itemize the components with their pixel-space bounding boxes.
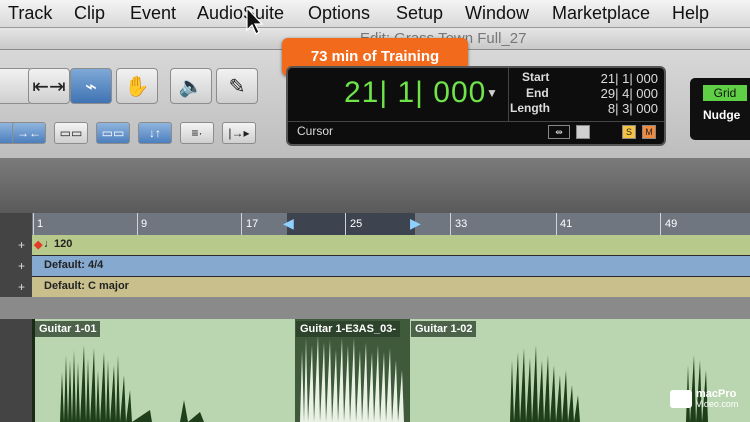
- logo-mark: [670, 390, 692, 408]
- waveform-guitar-1-01: [60, 345, 204, 422]
- logo-line2: Video.com: [696, 399, 739, 409]
- clip-name-guitar-1-02[interactable]: Guitar 1-02: [411, 321, 477, 337]
- macprovideo-logo: macPro Video.com: [670, 388, 746, 412]
- mouse-pointer-icon: [246, 6, 264, 35]
- clip-name-guitar-1-e3as[interactable]: Guitar 1-E3AS_03-: [296, 321, 400, 337]
- clip-name-guitar-1-01[interactable]: Guitar 1-01: [35, 321, 101, 337]
- waveform-layer: [32, 319, 708, 422]
